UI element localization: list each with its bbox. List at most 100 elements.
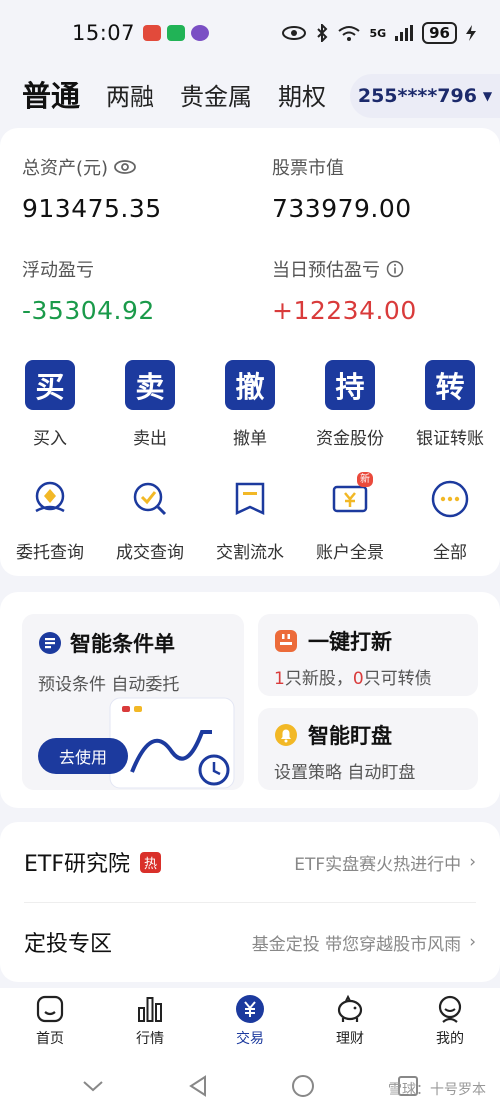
home-icon [36, 995, 64, 1023]
signal-icon [395, 25, 414, 41]
etf-title: ETF研究院 [24, 852, 130, 877]
home-circle-icon[interactable] [291, 1074, 315, 1098]
today-pnl-label: 当日预估盈亏 [272, 260, 380, 281]
chevron-right-icon: › [469, 852, 476, 872]
nav-label: 首页 [36, 1031, 64, 1047]
eye-icon [282, 26, 307, 40]
new-badge: 新 [357, 472, 373, 487]
query-deal[interactable]: 成交查询 [100, 474, 200, 563]
ledger-icon [225, 474, 275, 524]
holdings-icon: 持 [325, 360, 375, 410]
smart-monitor-title: 智能盯盘 [308, 724, 392, 748]
tab-options[interactable]: 期权 [278, 77, 326, 112]
charging-icon [466, 25, 476, 41]
bar-chart-icon [138, 997, 162, 1022]
smart-order-card[interactable]: 智能条件单 预设条件 自动委托 去使用 [22, 614, 244, 790]
status-time: 15:07 [72, 21, 136, 45]
cancel-order-icon: 撤 [225, 360, 275, 410]
query-all[interactable]: 全部 [400, 474, 500, 563]
action-holdings[interactable]: 持 资金股份 [300, 360, 400, 449]
action-label: 资金股份 [316, 429, 384, 449]
dca-title: 定投专区 [24, 932, 113, 957]
action-label: 买入 [33, 429, 67, 449]
action-transfer[interactable]: 转 银证转账 [400, 360, 500, 449]
floating-pnl-label: 浮动盈亏 [22, 260, 94, 281]
back-icon[interactable] [187, 1074, 209, 1098]
chevron-right-icon: › [469, 932, 476, 952]
wifi-icon [338, 26, 361, 41]
nav-home[interactable]: 首页 [0, 988, 100, 1060]
tab-precious-metal[interactable]: 贵金属 [180, 77, 252, 112]
watermark: 雪球：十号罗本 [388, 1082, 486, 1098]
new-stock-count: 1 [274, 669, 285, 689]
battery-indicator: 96 [422, 22, 457, 44]
query-label: 账户全景 [316, 543, 384, 563]
convertible-count: 0 [352, 669, 364, 689]
convertible-text: 只可转债 [363, 669, 432, 689]
stock-value: 股票市值 733979.00 [272, 154, 412, 223]
tab-normal[interactable]: 普通 [22, 73, 80, 115]
action-buy[interactable]: 买 买入 [0, 360, 100, 449]
query-label: 委托查询 [16, 543, 84, 563]
status-bar: 15:07 5G 96 [0, 0, 500, 66]
floating-pnl: 浮动盈亏 -35304.92 [22, 256, 155, 325]
action-label: 银证转账 [416, 429, 484, 449]
calendar-icon [275, 630, 297, 652]
query-overview[interactable]: 新 账户全景 [300, 472, 400, 563]
network-type: 5G [369, 26, 387, 40]
deal-icon [125, 474, 175, 524]
smart-monitor-subtitle: 设置策略 自动盯盘 [274, 763, 416, 783]
app-notification-icon [191, 25, 210, 41]
floating-pnl-value: -35304.92 [22, 296, 155, 325]
chart-illustration-icon [109, 697, 235, 789]
nav-label: 行情 [136, 1031, 164, 1047]
new-stock-text: 只新股， [284, 669, 353, 689]
assets-card: 总资产(元) 913475.35 股票市值 733979.00 浮动盈亏 -35… [0, 128, 500, 576]
nav-wealth[interactable]: 理财 [300, 988, 400, 1060]
action-cancel[interactable]: 撤 撤单 [200, 360, 300, 449]
total-assets-label: 总资产(元) [22, 158, 109, 179]
bottom-nav: 首页 行情 交易 理财 我的 [0, 988, 500, 1060]
action-label: 撤单 [233, 429, 267, 449]
query-label: 成交查询 [116, 543, 184, 563]
use-button[interactable]: 去使用 [38, 738, 128, 774]
query-label: 交割流水 [216, 543, 284, 563]
list-item-etf[interactable]: ETF研究院 热 ETF实盘赛火热进行中 › [0, 822, 500, 902]
hot-badge: 热 [140, 851, 162, 873]
yuan-icon [236, 995, 264, 1023]
query-ledger[interactable]: 交割流水 [200, 474, 300, 563]
tab-margin[interactable]: 两融 [106, 77, 154, 112]
nav-trade[interactable]: 交易 [200, 988, 300, 1060]
eye-icon[interactable] [114, 159, 136, 175]
overview-icon: 新 [325, 472, 375, 524]
list-item-dca[interactable]: 定投专区 基金定投 带您穿越股市风雨 › [0, 902, 500, 982]
ipo-title: 一键打新 [308, 630, 392, 654]
account-selector[interactable]: 255****796 ▼ [350, 74, 500, 118]
account-id: 255****796 [357, 85, 477, 107]
today-pnl-value: +12234.00 [272, 296, 417, 325]
chevron-down-icon[interactable] [81, 1078, 105, 1094]
bell-icon [275, 724, 297, 746]
nav-label: 理财 [336, 1031, 364, 1047]
nav-me[interactable]: 我的 [400, 988, 500, 1060]
more-icon [425, 474, 475, 524]
smart-monitor-card[interactable]: 智能盯盘 设置策略 自动盯盘 [258, 708, 478, 790]
ipo-summary: 1只新股，0只可转债 [258, 664, 478, 689]
feature-card: 智能条件单 预设条件 自动委托 去使用 一键打新 1只新股，0只可转债 智能盯盘… [0, 592, 500, 808]
query-entrust[interactable]: 委托查询 [0, 474, 100, 563]
nav-label: 交易 [236, 1031, 264, 1047]
query-label: 全部 [433, 543, 467, 563]
account-type-tabs: 普通 两融 贵金属 期权 255****796 ▼ [0, 66, 500, 122]
nav-market[interactable]: 行情 [100, 988, 200, 1060]
action-label: 卖出 [133, 429, 167, 449]
action-sell[interactable]: 卖 卖出 [100, 360, 200, 449]
dca-desc: 基金定投 带您穿越股市风雨 [251, 934, 462, 955]
entrust-icon [25, 474, 75, 524]
query-actions: 委托查询 成交查询 交割流水 新 账户全景 全部 [0, 472, 500, 563]
ipo-card[interactable]: 一键打新 1只新股，0只可转债 [258, 614, 478, 696]
smart-order-title: 智能条件单 [70, 632, 175, 656]
stock-value-label: 股票市值 [272, 158, 344, 179]
user-icon [438, 995, 462, 1023]
info-icon[interactable] [386, 260, 404, 278]
piggy-bank-icon [337, 994, 363, 1022]
